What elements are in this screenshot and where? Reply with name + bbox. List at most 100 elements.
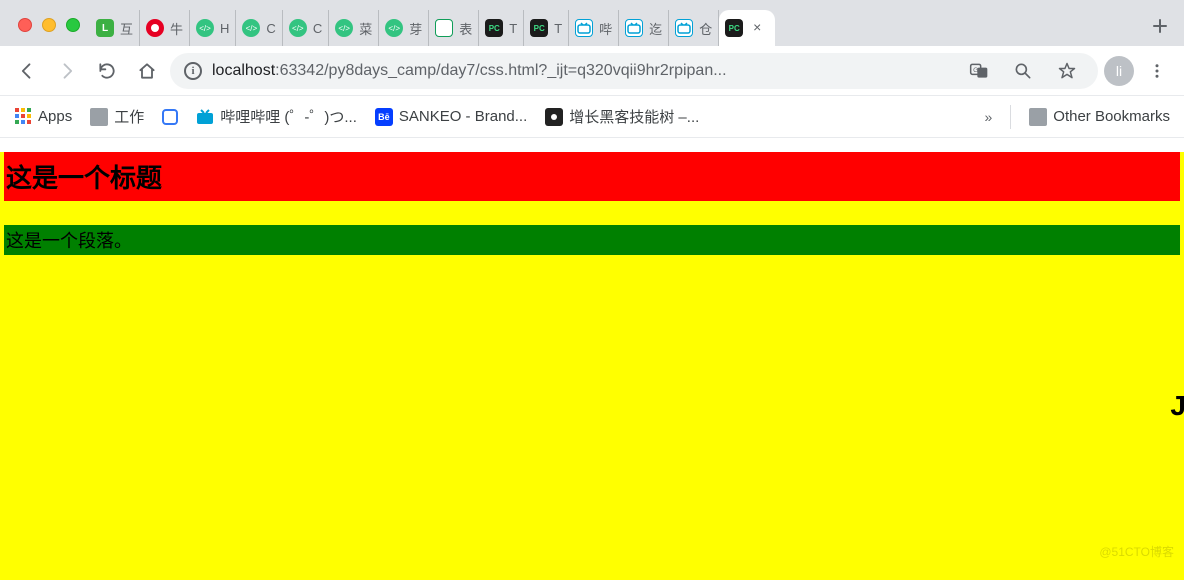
tab-title: H xyxy=(220,21,229,36)
green-L-favicon: L xyxy=(96,19,114,37)
forward-button[interactable] xyxy=(50,54,84,88)
browser-tab-active[interactable]: PC × xyxy=(719,10,775,46)
folder-icon xyxy=(1029,108,1047,126)
side-letter: J xyxy=(1170,390,1184,422)
tab-title: 芽 xyxy=(409,19,422,38)
svg-text:G: G xyxy=(973,66,978,73)
close-window-button[interactable] xyxy=(18,18,32,32)
zoom-button[interactable] xyxy=(1006,54,1040,88)
tab-strip: L互牛</>H</>C</>C</>菜</>芽表PCTPCT哔迄仓PC× xyxy=(90,0,1138,46)
watermark: @51CTO博客 xyxy=(1099,543,1174,560)
maximize-window-button[interactable] xyxy=(66,18,80,32)
arrow-left-icon xyxy=(17,61,37,81)
browser-tab[interactable]: </> 菜 xyxy=(329,10,379,46)
url-text: localhost:63342/py8days_camp/day7/css.ht… xyxy=(212,62,952,80)
bookmark-item[interactable]: 增长黑客技能树 –... xyxy=(545,106,699,127)
browser-tab[interactable]: 仓 xyxy=(669,10,719,46)
bookmark-item[interactable] xyxy=(162,109,178,125)
browser-toolbar: i localhost:63342/py8days_camp/day7/css.… xyxy=(0,46,1184,96)
bookmarks-overflow[interactable]: » xyxy=(984,109,992,125)
kebab-icon xyxy=(1148,62,1166,80)
site-info-icon[interactable]: i xyxy=(184,62,202,80)
home-button[interactable] xyxy=(130,54,164,88)
bookmark-item[interactable]: 哔哩哔哩 (゜-゜)つ... xyxy=(196,106,357,127)
window-titlebar: L互牛</>H</>C</>C</>菜</>芽表PCTPCT哔迄仓PC× xyxy=(0,0,1184,46)
browser-tab[interactable]: 哔 xyxy=(569,10,619,46)
bili-favicon xyxy=(625,19,643,37)
apps-icon xyxy=(14,108,32,126)
bookmarks-divider xyxy=(1010,105,1011,129)
translate-button[interactable]: G xyxy=(962,54,996,88)
code-favicon: </> xyxy=(289,19,307,37)
reload-button[interactable] xyxy=(90,54,124,88)
be-icon: Bē xyxy=(375,108,393,126)
other-bookmarks-label: Other Bookmarks xyxy=(1053,108,1170,125)
code-favicon: </> xyxy=(196,19,214,37)
plus-icon xyxy=(1152,18,1168,34)
bili-favicon xyxy=(675,19,693,37)
browser-tab[interactable]: L互 xyxy=(90,10,140,46)
near-icon xyxy=(162,109,178,125)
browser-tab[interactable]: PC T xyxy=(479,10,524,46)
bookmark-label: 哔哩哔哩 (゜-゜)つ... xyxy=(220,106,357,127)
sheet-favicon xyxy=(435,19,453,37)
url-path: :63342/py8days_camp/day7/css.html?_ijt=q… xyxy=(275,62,726,79)
tab-title: 牛 xyxy=(170,19,183,38)
star-icon xyxy=(1057,61,1077,81)
bookmark-label: 增长黑客技能树 –... xyxy=(569,106,699,127)
tab-title: 菜 xyxy=(359,19,372,38)
tab-title: 哔 xyxy=(599,19,612,38)
browser-tab[interactable]: 迄 xyxy=(619,10,669,46)
new-tab-button[interactable] xyxy=(1144,10,1176,42)
tab-title: T xyxy=(509,21,517,36)
code-favicon: </> xyxy=(385,19,403,37)
red-music-favicon xyxy=(146,19,164,37)
tab-title: 表 xyxy=(459,19,472,38)
code-favicon: </> xyxy=(335,19,353,37)
magnifier-icon xyxy=(1013,61,1033,81)
pc-favicon: PC xyxy=(485,19,503,37)
browser-tab[interactable]: </> C xyxy=(236,10,282,46)
bili-favicon xyxy=(575,19,593,37)
tab-title: 互 xyxy=(120,19,133,38)
browser-tab[interactable]: 表 xyxy=(429,10,479,46)
tab-title: C xyxy=(266,21,275,36)
arrow-right-icon xyxy=(57,61,77,81)
code-favicon: </> xyxy=(242,19,260,37)
close-tab-button[interactable]: × xyxy=(749,20,765,36)
tab-title: T xyxy=(554,21,562,36)
page-content: 这是一个标题 这是一个段落。 xyxy=(0,152,1184,580)
cube-icon xyxy=(545,108,563,126)
folder-icon xyxy=(90,108,108,126)
page-heading: 这是一个标题 xyxy=(4,152,1180,201)
tab-title: 仓 xyxy=(699,19,712,38)
other-bookmarks[interactable]: Other Bookmarks xyxy=(1029,108,1170,126)
bookmark-star-button[interactable] xyxy=(1050,54,1084,88)
reload-icon xyxy=(97,61,117,81)
bookmarks-bar: Apps 工作 哔哩哔哩 (゜-゜)つ... Bē SANKEO - Brand...… xyxy=(0,96,1184,138)
browser-tab[interactable]: </> 芽 xyxy=(379,10,429,46)
browser-tab[interactable]: </> C xyxy=(283,10,329,46)
bookmark-item[interactable]: 工作 xyxy=(90,106,144,127)
browser-tab[interactable]: PCT xyxy=(524,10,569,46)
bookmark-label: 工作 xyxy=(114,106,144,127)
address-bar[interactable]: i localhost:63342/py8days_camp/day7/css.… xyxy=(170,53,1098,89)
home-icon xyxy=(137,61,157,81)
profile-avatar[interactable]: li xyxy=(1104,56,1134,86)
browser-tab[interactable]: </> H xyxy=(190,10,236,46)
apps-shortcut[interactable]: Apps xyxy=(14,108,72,126)
browser-tab[interactable]: 牛 xyxy=(140,10,190,46)
pc-favicon: PC xyxy=(725,19,743,37)
bili2-icon xyxy=(196,108,214,126)
window-controls xyxy=(8,18,90,46)
tab-title: C xyxy=(313,21,322,36)
page-paragraph: 这是一个段落。 xyxy=(4,225,1180,255)
minimize-window-button[interactable] xyxy=(42,18,56,32)
bookmark-item[interactable]: Bē SANKEO - Brand... xyxy=(375,108,527,126)
apps-label: Apps xyxy=(38,108,72,125)
bookmark-label: SANKEO - Brand... xyxy=(399,108,527,125)
back-button[interactable] xyxy=(10,54,44,88)
url-host: localhost xyxy=(212,62,275,79)
tab-title: 迄 xyxy=(649,19,662,38)
menu-button[interactable] xyxy=(1140,54,1174,88)
